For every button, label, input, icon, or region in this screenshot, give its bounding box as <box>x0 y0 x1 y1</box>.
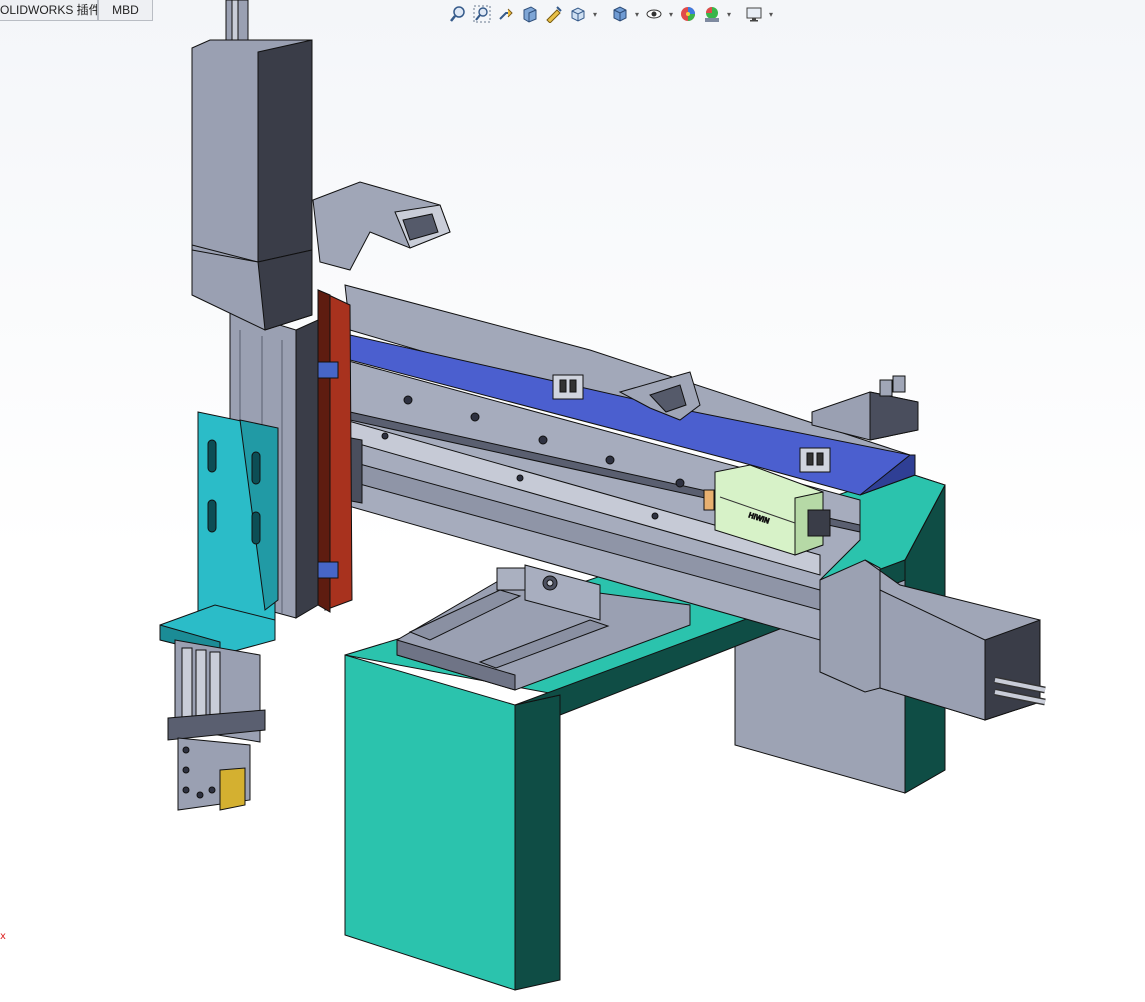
vertical-servo-motor <box>191 0 313 331</box>
graphics-area[interactable]: HIWIN <box>0 0 1145 1002</box>
gripper-mount-bracket <box>159 411 279 656</box>
pneumatic-gripper <box>167 639 266 811</box>
coordinate-triad-axis-label: x <box>0 931 6 942</box>
